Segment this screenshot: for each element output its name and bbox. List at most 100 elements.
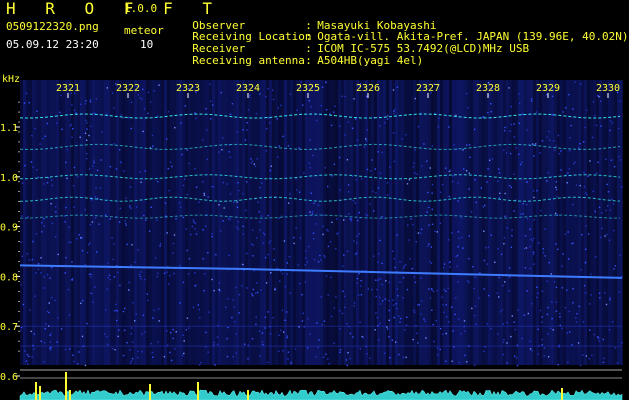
noise-speck	[529, 340, 531, 343]
noise-speck	[399, 281, 401, 283]
noise-speck	[588, 358, 590, 360]
noise-speck	[222, 137, 224, 139]
noise-speck	[516, 357, 518, 359]
noise-speck	[566, 289, 568, 291]
intensity-column	[590, 80, 593, 365]
noise-speck	[550, 273, 552, 275]
noise-speck	[119, 284, 121, 287]
y-tick-label: 0.9	[0, 223, 18, 234]
noise-speck	[468, 172, 470, 174]
noise-speck	[430, 246, 432, 248]
noise-speck	[555, 188, 558, 191]
noise-speck	[268, 122, 271, 124]
noise-speck	[181, 153, 183, 156]
noise-speck	[513, 173, 515, 175]
intensity-column	[215, 80, 218, 365]
noise-speck	[246, 252, 248, 255]
noise-speck	[417, 304, 419, 306]
intensity-column	[413, 80, 416, 365]
noise-speck	[533, 219, 535, 221]
noise-speck	[285, 311, 288, 313]
noise-speck	[263, 232, 265, 234]
noise-speck	[304, 281, 306, 283]
noise-speck	[286, 336, 288, 339]
noise-speck	[521, 161, 523, 163]
noise-speck	[585, 248, 587, 250]
intensity-column	[434, 80, 437, 365]
noise-speck	[65, 206, 67, 209]
noise-speck	[77, 363, 79, 365]
noise-speck	[564, 307, 566, 309]
noise-speck	[438, 117, 440, 119]
noise-speck	[386, 115, 389, 117]
intensity-column	[371, 80, 374, 365]
noise-speck	[366, 168, 369, 171]
noise-speck	[129, 186, 132, 188]
noise-speck	[559, 316, 561, 318]
noise-speck	[341, 95, 343, 97]
noise-speck	[483, 116, 485, 118]
noise-speck	[371, 190, 374, 193]
noise-speck	[384, 352, 386, 354]
noise-speck	[546, 180, 548, 182]
noise-speck	[27, 363, 29, 365]
noise-speck	[445, 290, 447, 292]
noise-speck	[458, 361, 461, 364]
noise-speck	[381, 151, 383, 154]
noise-speck	[157, 115, 159, 117]
noise-speck	[396, 307, 398, 310]
noise-speck	[269, 240, 271, 242]
noise-speck	[107, 277, 109, 279]
noise-speck	[594, 256, 597, 258]
intensity-column	[380, 80, 383, 365]
noise-speck	[454, 313, 456, 316]
noise-speck	[375, 295, 377, 298]
noise-speck	[409, 258, 411, 260]
noise-speck	[465, 170, 468, 172]
noise-speck	[347, 121, 350, 123]
intensity-column	[104, 80, 107, 365]
noise-speck	[358, 211, 360, 214]
noise-speck	[307, 318, 309, 320]
noise-speck	[99, 187, 102, 189]
noise-speck	[473, 314, 476, 317]
noise-speck	[89, 99, 92, 101]
noise-speck	[497, 248, 499, 250]
noise-speck	[304, 264, 306, 266]
noise-speck	[399, 261, 401, 263]
noise-speck	[417, 232, 420, 234]
noise-speck	[234, 321, 236, 323]
noise-speck	[233, 201, 235, 203]
noise-speck	[229, 113, 232, 115]
noise-speck	[228, 151, 230, 153]
intensity-column	[29, 80, 32, 365]
noise-speck	[309, 333, 311, 335]
noise-speck	[491, 158, 494, 160]
noise-speck	[150, 343, 152, 345]
noise-speck	[417, 125, 420, 128]
noise-speck	[442, 304, 444, 306]
noise-speck	[255, 113, 258, 115]
intensity-column	[206, 80, 209, 365]
noise-speck	[310, 192, 312, 194]
noise-speck	[472, 266, 474, 268]
noise-speck	[519, 213, 522, 215]
noise-speck	[320, 296, 322, 298]
noise-speck	[109, 218, 111, 220]
noise-speck	[393, 110, 395, 112]
noise-speck	[542, 251, 545, 254]
noise-speck	[363, 146, 366, 148]
noise-speck	[158, 84, 160, 86]
noise-speck	[430, 262, 433, 264]
noise-speck	[348, 213, 350, 215]
noise-speck	[229, 156, 232, 158]
noise-speck	[302, 104, 304, 106]
noise-speck	[192, 306, 195, 309]
noise-speck	[510, 123, 512, 126]
noise-speck	[405, 324, 408, 326]
intensity-column	[134, 80, 137, 365]
intensity-column	[287, 80, 290, 365]
noise-speck	[232, 299, 234, 301]
noise-speck	[453, 144, 455, 146]
noise-speck	[502, 323, 504, 325]
